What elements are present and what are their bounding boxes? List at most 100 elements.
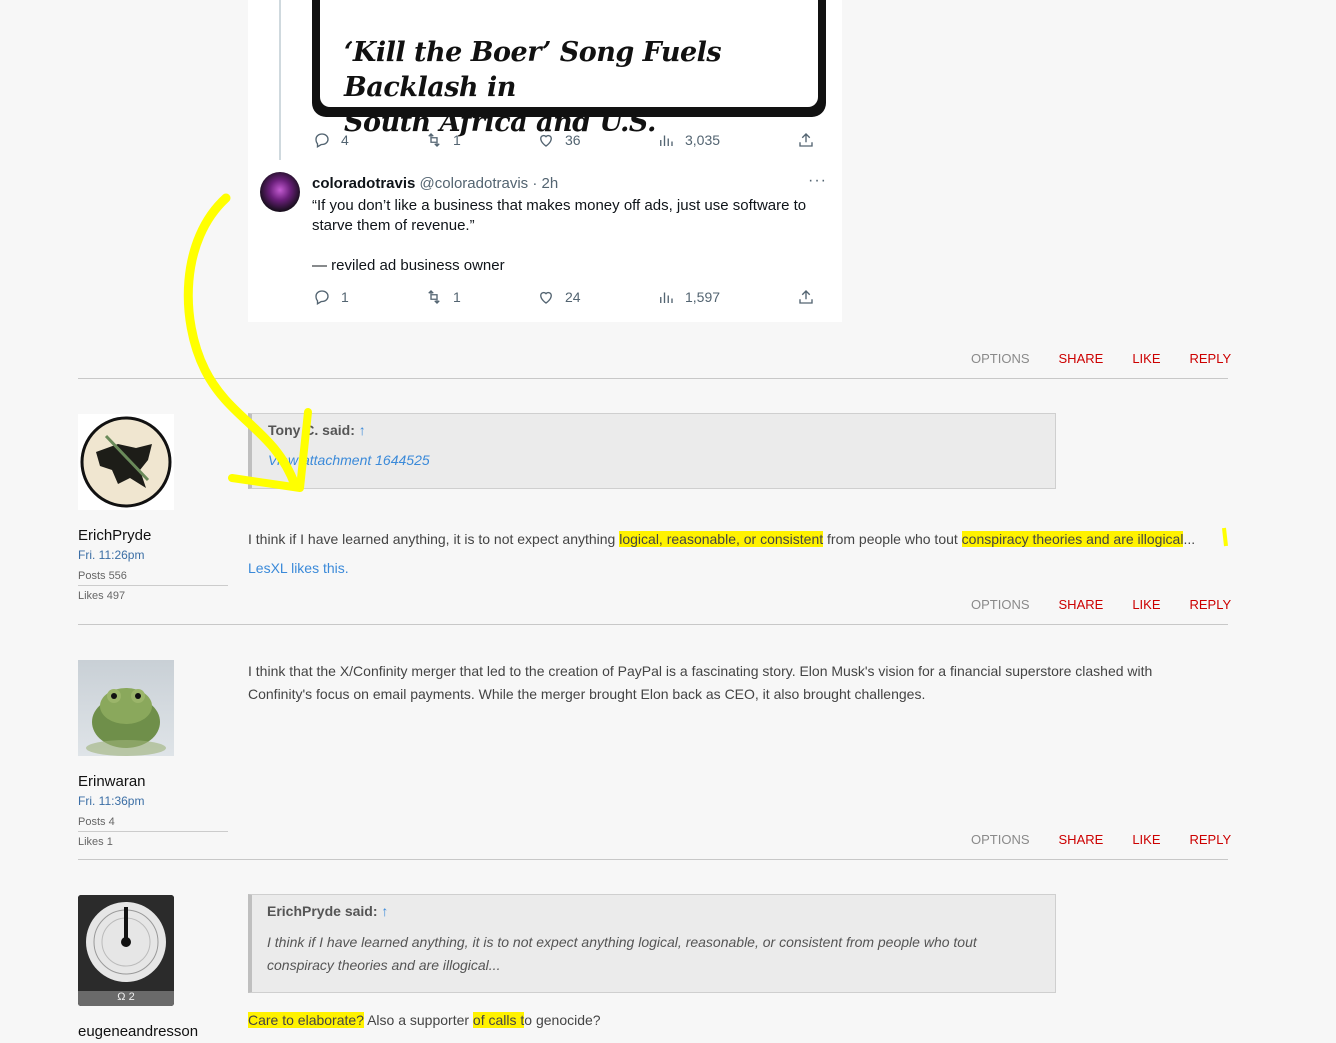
reply-button[interactable]: 4 — [313, 131, 425, 149]
retweet-button[interactable]: 1 — [425, 288, 537, 306]
retweet-icon — [428, 133, 440, 147]
likes-count: Likes 1 — [78, 836, 113, 848]
like-button[interactable]: LIKE — [1132, 597, 1160, 612]
like-button[interactable]: 36 — [537, 131, 657, 149]
views-button[interactable]: 1,597 — [657, 288, 797, 306]
tweet1-metrics: 4 1 36 3,035 — [313, 131, 823, 149]
post-line-2: Confinity's focus on email payments. Whi… — [248, 686, 926, 702]
quote-block: ErichPryde said: ↑ I think if I have lea… — [248, 894, 1056, 993]
jump-to-quote-icon[interactable]: ↑ — [381, 903, 388, 919]
like-button[interactable]: LIKE — [1132, 351, 1160, 366]
share-button[interactable]: SHARE — [1059, 832, 1104, 847]
share-icon — [799, 290, 813, 304]
post-line-1: I think that the X/Confinity merger that… — [248, 663, 1153, 679]
quote-text: I think if I have learned anything, it i… — [267, 931, 1055, 977]
thread-line — [279, 0, 281, 160]
share-tweet-button[interactable] — [797, 131, 815, 149]
options-button[interactable]: OPTIONS — [971, 832, 1030, 847]
post-actions: OPTIONS SHARE LIKE REPLY — [971, 597, 1231, 612]
like-count: 24 — [565, 289, 581, 305]
reply-count: 4 — [341, 132, 349, 148]
like-button[interactable]: LIKE — [1132, 832, 1160, 847]
username[interactable]: eugeneandresson — [78, 1023, 198, 1040]
post-text-segment: ... — [1183, 531, 1196, 547]
reply-icon — [315, 290, 329, 305]
views-icon — [660, 292, 673, 303]
avatar[interactable] — [78, 660, 174, 756]
retweet-count: 1 — [453, 132, 461, 148]
options-button[interactable]: OPTIONS — [971, 597, 1030, 612]
views-button[interactable]: 3,035 — [657, 131, 797, 149]
post-actions: OPTIONS SHARE LIKE REPLY — [971, 351, 1231, 366]
eagle-avatar-icon — [80, 416, 172, 508]
posts-count: Posts 4 — [78, 816, 228, 832]
reply-icon — [315, 133, 329, 148]
quote-block: Tony C. said: ↑ View attachment 1644525 — [248, 413, 1056, 489]
post-divider — [78, 859, 1228, 860]
quote-author: ErichPryde said: — [267, 903, 378, 919]
clock-avatar-icon — [78, 895, 174, 1006]
highlighted-text: conspiracy theories and are illogical — [961, 531, 1184, 547]
tweet-avatar[interactable] — [260, 172, 300, 212]
avatar[interactable] — [78, 414, 174, 510]
tweet2-metrics: 1 1 24 1,597 — [313, 288, 823, 306]
posts-count: Posts 556 — [78, 570, 228, 586]
avatar-badge: Ω 2 — [117, 991, 135, 1003]
post-text-segment: o genocide? — [524, 1012, 601, 1028]
post-text-segment: from people who tout — [823, 531, 962, 547]
retweet-button[interactable]: 1 — [425, 131, 537, 149]
retweet-icon — [428, 290, 440, 304]
share-button[interactable]: SHARE — [1059, 597, 1104, 612]
like-button[interactable]: 24 — [537, 288, 657, 306]
tweet-text: “If you don’t like a business that makes… — [312, 196, 832, 276]
reply-button[interactable]: REPLY — [1190, 832, 1232, 847]
heart-icon — [540, 291, 552, 304]
attachment-link[interactable]: View attachment 1644525 — [268, 452, 1055, 468]
likes-summary: LesXL likes this. — [248, 557, 349, 580]
post-divider — [78, 624, 1228, 625]
post-time[interactable]: Fri. 11:26pm — [78, 548, 144, 562]
like-count: 36 — [565, 132, 581, 148]
reply-button[interactable]: REPLY — [1190, 597, 1232, 612]
quote-line-1: I think if I have learned anything, it i… — [267, 934, 977, 950]
reply-count: 1 — [341, 289, 349, 305]
heart-icon — [540, 134, 552, 147]
reply-button[interactable]: 1 — [313, 288, 425, 306]
views-icon — [660, 135, 673, 146]
quote-header: Tony C. said: ↑ — [268, 422, 1055, 438]
highlighted-text: of calls t — [472, 1012, 525, 1028]
quote-line-2: conspiracy theories and are illogical... — [267, 957, 501, 973]
quote-header: ErichPryde said: ↑ — [267, 903, 1055, 919]
post-body: Care to elaborate? Also a supporter of c… — [248, 1009, 601, 1032]
username[interactable]: ErichPryde — [78, 527, 151, 544]
share-icon — [799, 133, 813, 147]
tweet-line-3: — reviled ad business owner — [312, 257, 505, 274]
post-body: I think that the X/Confinity merger that… — [248, 660, 1208, 706]
share-tweet-button[interactable] — [797, 288, 815, 306]
highlighted-text: logical, reasonable, or consistent — [619, 531, 824, 547]
headline-line-1: ‘Kill the Boer’ Song Fuels Backlash in — [344, 37, 722, 103]
post-text-segment: Also a supporter — [363, 1012, 473, 1028]
view-count: 3,035 — [685, 132, 721, 148]
quote-author: Tony C. said: — [268, 422, 355, 438]
post-divider — [78, 378, 1228, 379]
avatar[interactable]: Ω 2 — [78, 895, 174, 1006]
tweet-author-name: coloradotravis — [312, 175, 416, 192]
frog-avatar-icon — [86, 688, 166, 756]
username[interactable]: Erinwaran — [78, 773, 146, 790]
tweet-line-1: “If you don’t like a business that makes… — [312, 197, 807, 214]
share-button[interactable]: SHARE — [1059, 351, 1104, 366]
post-actions: OPTIONS SHARE LIKE REPLY — [971, 832, 1231, 847]
tweet-author[interactable]: coloradotravis @coloradotravis · 2h — [312, 175, 558, 192]
post-text-segment: I think if I have learned anything, it i… — [248, 531, 620, 547]
jump-to-quote-icon[interactable]: ↑ — [359, 422, 366, 438]
news-headline-image[interactable]: ‘Kill the Boer’ Song Fuels Backlash in S… — [312, 0, 826, 138]
options-button[interactable]: OPTIONS — [971, 351, 1030, 366]
liker-link[interactable]: LesXL — [248, 560, 287, 576]
likes-suffix: likes this. — [287, 560, 349, 576]
likes-count: Likes 497 — [78, 590, 126, 602]
post-time[interactable]: Fri. 11:36pm — [78, 794, 144, 808]
reply-button[interactable]: REPLY — [1190, 351, 1232, 366]
view-count: 1,597 — [685, 289, 721, 305]
more-options-icon[interactable]: ··· — [808, 172, 827, 190]
